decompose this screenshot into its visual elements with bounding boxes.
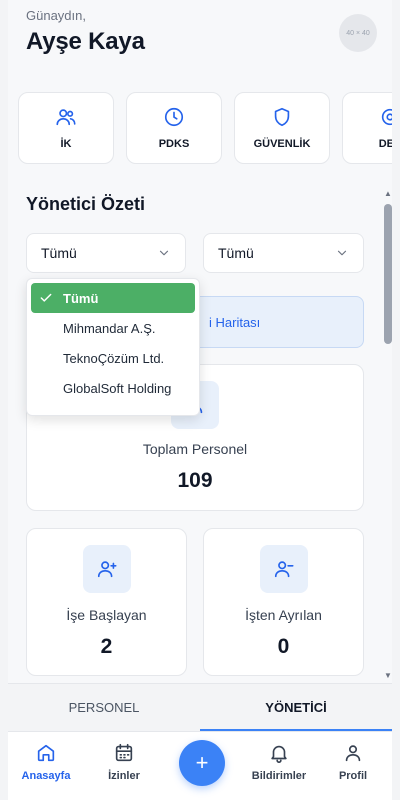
- user-plus-icon: [97, 561, 117, 578]
- company-dropdown: Tümü Mihmandar A.Ş. TeknoÇözüm Ltd. Glob…: [26, 278, 200, 416]
- quick-action-label: DES: [378, 138, 392, 150]
- app-frame: Günaydın, Ayşe Kaya 40 × 40 İK PDKS GÜVE…: [8, 0, 392, 800]
- quick-action-destek[interactable]: DES: [342, 92, 392, 164]
- stat-value: 109: [177, 469, 213, 492]
- greeting-text: Günaydın,: [26, 8, 86, 23]
- home-icon: [37, 744, 55, 762]
- company-select[interactable]: Tümü: [26, 233, 186, 273]
- user-name: Ayşe Kaya: [26, 28, 145, 55]
- nav-bildirimler[interactable]: Bildirimler: [244, 742, 314, 782]
- quick-action-ik[interactable]: İK: [18, 92, 114, 164]
- chevron-down-icon: [337, 250, 347, 256]
- add-button[interactable]: +: [179, 740, 225, 786]
- scrollbar-thumb[interactable]: [384, 204, 392, 344]
- nav-izinler[interactable]: İzinler: [89, 742, 159, 782]
- dropdown-option[interactable]: Tümü: [31, 283, 195, 313]
- stat-value: 0: [277, 635, 290, 658]
- tab-yonetici[interactable]: YÖNETİCİ: [200, 684, 392, 731]
- avatar[interactable]: 40 × 40: [339, 14, 377, 52]
- dropdown-option[interactable]: GlobalSoft Holding: [31, 373, 195, 403]
- nav-label: Bildirimler: [251, 770, 307, 782]
- scrollbar[interactable]: ▲ ▼: [384, 190, 392, 680]
- stat-label: Toplam Personel: [142, 441, 248, 457]
- bottom-navigation: Anasayfa İzinler + Bildirimler Profil: [8, 731, 392, 800]
- stat-value: 2: [100, 635, 113, 658]
- user-minus-icon: [274, 561, 294, 578]
- scroll-up-arrow[interactable]: ▲: [384, 190, 392, 198]
- stat-label: İşten Ayrılan: [245, 607, 322, 623]
- quick-action-guvenlik[interactable]: GÜVENLİK: [234, 92, 330, 164]
- nav-anasayfa[interactable]: Anasayfa: [11, 742, 81, 782]
- check-icon: [40, 293, 52, 302]
- quick-action-label: PDKS: [158, 138, 190, 150]
- quick-actions-row: İK PDKS GÜVENLİK DES: [18, 92, 392, 166]
- dropdown-option-label: TeknoÇözüm Ltd.: [63, 350, 165, 366]
- shield-icon: [274, 107, 290, 127]
- map-button-label: i Haritası: [209, 314, 261, 330]
- users-icon: [56, 109, 76, 126]
- leaving-card[interactable]: İşten Ayrılan 0: [203, 528, 364, 676]
- stat-icon-box: [259, 545, 308, 593]
- calendar-icon: [115, 743, 133, 762]
- dropdown-option[interactable]: TeknoÇözüm Ltd.: [31, 343, 195, 373]
- nav-label: Anasayfa: [21, 770, 71, 782]
- starting-card[interactable]: İşe Başlayan 2: [26, 528, 187, 676]
- dropdown-option-label: Tümü: [63, 290, 99, 306]
- stat-label: İşe Başlayan: [66, 607, 147, 623]
- nav-label: İzinler: [108, 770, 140, 782]
- dropdown-option[interactable]: Mihmandar A.Ş.: [31, 313, 195, 343]
- chevron-down-icon: [159, 250, 169, 256]
- nav-profil[interactable]: Profil: [318, 742, 388, 782]
- stat-icon-box: [82, 545, 131, 593]
- nav-label: Profil: [338, 770, 368, 782]
- tab-personel[interactable]: PERSONEL: [8, 684, 200, 731]
- secondary-select[interactable]: Tümü: [203, 233, 364, 273]
- headset-icon: [381, 108, 392, 126]
- quick-action-pdks[interactable]: PDKS: [126, 92, 222, 164]
- quick-action-label: GÜVENLİK: [253, 138, 311, 150]
- bell-icon: [271, 745, 287, 763]
- secondary-select-value: Tümü: [218, 245, 254, 261]
- dropdown-option-label: Mihmandar A.Ş.: [63, 320, 156, 336]
- clock-icon: [164, 107, 184, 127]
- company-select-value: Tümü: [41, 245, 77, 261]
- view-tabs: PERSONEL YÖNETİCİ: [8, 683, 392, 731]
- scroll-down-arrow[interactable]: ▼: [384, 672, 392, 680]
- user-icon: [345, 745, 361, 762]
- quick-action-label: İK: [60, 138, 72, 150]
- section-title: Yönetici Özeti: [26, 194, 146, 214]
- dropdown-option-label: GlobalSoft Holding: [63, 380, 172, 396]
